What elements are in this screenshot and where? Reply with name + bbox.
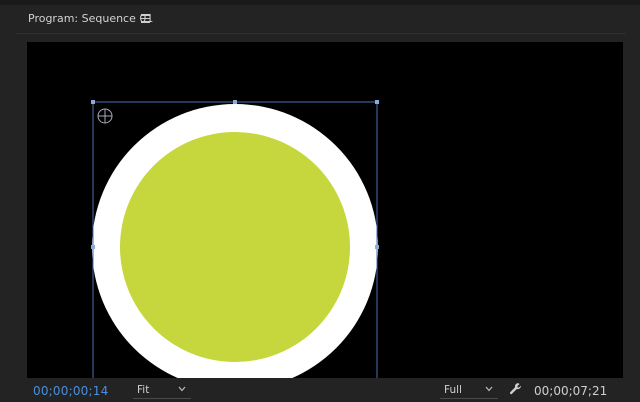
playback-resolution-value: Full (444, 384, 462, 396)
playback-resolution-select[interactable]: Full (440, 383, 498, 399)
program-monitor-panel: Program: Sequence 01 00;00;00;14 Fit Ful… (0, 0, 640, 402)
handle-top-right (375, 100, 379, 104)
viewer-canvas (91, 100, 379, 378)
handle-middle-right (375, 245, 379, 249)
crosshair-anchor-icon[interactable] (97, 108, 113, 124)
handle-middle-left (91, 245, 95, 249)
wrench-icon[interactable] (509, 382, 523, 396)
chevron-down-icon (178, 386, 186, 392)
lime-circle-shape (120, 132, 350, 362)
hamburger-menu-icon[interactable] (141, 14, 150, 23)
zoom-level-select[interactable]: Fit (133, 383, 191, 399)
panel-header: Program: Sequence 01 (16, 4, 626, 32)
handle-top-center (233, 100, 237, 104)
duration-timecode: 00;00;07;21 (534, 384, 608, 398)
handle-top-left (91, 100, 95, 104)
current-timecode[interactable]: 00;00;00;14 (33, 384, 108, 398)
header-divider (16, 33, 626, 34)
dropdown-underline (440, 398, 498, 399)
panel-title[interactable]: Program: Sequence 01 (28, 12, 153, 25)
program-viewer[interactable] (27, 42, 623, 378)
monitor-controls-bar: 00;00;00;14 Fit Full 00;00;07;21 (16, 380, 626, 402)
chevron-down-icon (485, 386, 493, 392)
zoom-level-value: Fit (137, 384, 150, 396)
dropdown-underline (133, 398, 191, 399)
